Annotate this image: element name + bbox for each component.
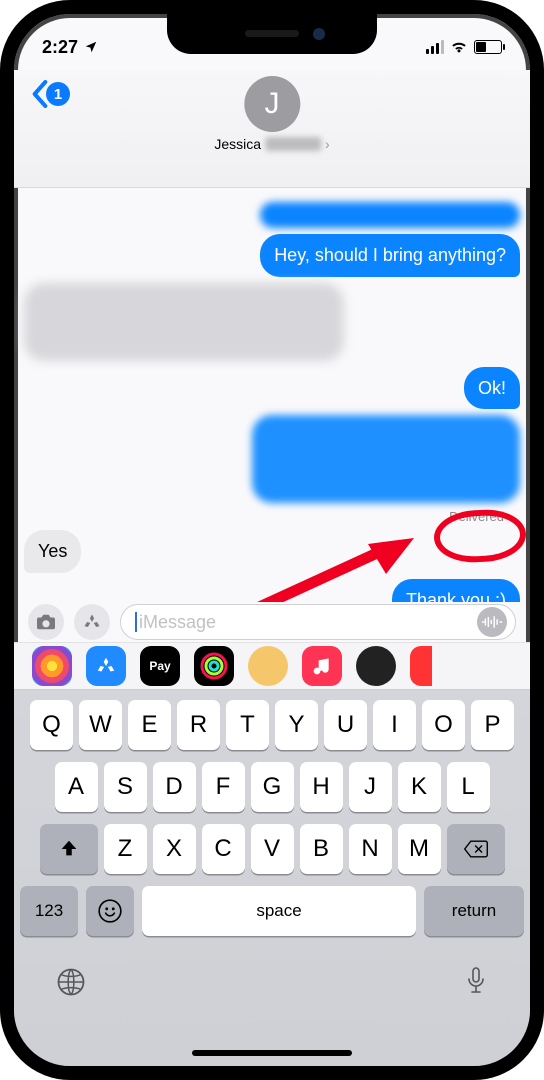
wifi-icon <box>450 37 468 58</box>
key-k[interactable]: K <box>398 762 441 812</box>
signal-bars-icon <box>426 40 444 54</box>
key-o[interactable]: O <box>422 700 465 750</box>
message-out-redacted <box>260 202 520 228</box>
contact-first-name: Jessica <box>214 136 261 152</box>
key-y[interactable]: Y <box>275 700 318 750</box>
memoji-app-icon[interactable] <box>248 646 288 686</box>
contact-last-name-redacted <box>265 137 321 151</box>
photos-app-icon[interactable] <box>32 646 72 686</box>
key-q[interactable]: Q <box>30 700 73 750</box>
conversation-header: 1 J Jessica › <box>14 70 530 188</box>
key-z[interactable]: Z <box>104 824 147 874</box>
space-key[interactable]: space <box>142 886 416 936</box>
message-out[interactable]: Hey, should I bring anything? <box>260 234 520 277</box>
music-app-icon[interactable] <box>302 646 342 686</box>
key-t[interactable]: T <box>226 700 269 750</box>
key-v[interactable]: V <box>251 824 294 874</box>
imessage-app-strip[interactable]: Pay <box>14 642 530 690</box>
appstore-apps-button[interactable] <box>74 604 110 640</box>
activity-app-icon[interactable] <box>194 646 234 686</box>
more-apps-peek[interactable] <box>410 646 432 686</box>
shift-key[interactable] <box>40 824 98 874</box>
message-out-redacted <box>252 415 520 503</box>
key-r[interactable]: R <box>177 700 220 750</box>
key-l[interactable]: L <box>447 762 490 812</box>
dictation-key[interactable] <box>464 966 488 1003</box>
key-c[interactable]: C <box>202 824 245 874</box>
key-x[interactable]: X <box>153 824 196 874</box>
key-i[interactable]: I <box>373 700 416 750</box>
animoji-app-icon[interactable] <box>356 646 396 686</box>
keyboard: QWERTYUIOP ASDFGHJKL ZXCVBNM 123 space r… <box>14 690 530 1066</box>
annotation-arrow <box>162 538 422 602</box>
key-s[interactable]: S <box>104 762 147 812</box>
key-u[interactable]: U <box>324 700 367 750</box>
audio-message-button[interactable] <box>477 607 507 637</box>
key-p[interactable]: P <box>471 700 514 750</box>
message-input[interactable]: iMessage <box>120 604 516 640</box>
numbers-key[interactable]: 123 <box>20 886 78 936</box>
text-cursor <box>135 612 137 632</box>
appstore-app-icon[interactable] <box>86 646 126 686</box>
key-d[interactable]: D <box>153 762 196 812</box>
key-a[interactable]: A <box>55 762 98 812</box>
contact-header-button[interactable]: J Jessica › <box>214 76 329 152</box>
camera-button[interactable] <box>28 604 64 640</box>
return-key[interactable]: return <box>424 886 524 936</box>
applepay-app-icon[interactable]: Pay <box>140 646 180 686</box>
delete-key[interactable] <box>447 824 505 874</box>
message-out[interactable]: Ok! <box>464 367 520 410</box>
emoji-key[interactable] <box>86 886 134 936</box>
message-in[interactable]: Yes <box>24 530 81 573</box>
home-indicator[interactable] <box>192 1050 352 1056</box>
key-h[interactable]: H <box>300 762 343 812</box>
chevron-right-icon: › <box>325 136 330 152</box>
status-time: 2:27 <box>42 37 78 58</box>
key-b[interactable]: B <box>300 824 343 874</box>
battery-icon <box>474 40 502 54</box>
message-placeholder: iMessage <box>139 612 216 633</box>
message-composer: iMessage <box>14 602 530 642</box>
key-j[interactable]: J <box>349 762 392 812</box>
back-button[interactable]: 1 <box>32 80 70 108</box>
key-m[interactable]: M <box>398 824 441 874</box>
conversation-scroll[interactable]: Hey, should I bring anything? Ok! Delive… <box>14 188 530 602</box>
key-e[interactable]: E <box>128 700 171 750</box>
avatar: J <box>244 76 300 132</box>
key-g[interactable]: G <box>251 762 294 812</box>
message-in-redacted <box>24 283 344 361</box>
key-f[interactable]: F <box>202 762 245 812</box>
key-w[interactable]: W <box>79 700 122 750</box>
location-arrow-icon <box>84 40 98 54</box>
globe-key[interactable] <box>56 967 86 1002</box>
device-notch <box>167 14 377 54</box>
key-n[interactable]: N <box>349 824 392 874</box>
unread-badge: 1 <box>46 82 70 106</box>
